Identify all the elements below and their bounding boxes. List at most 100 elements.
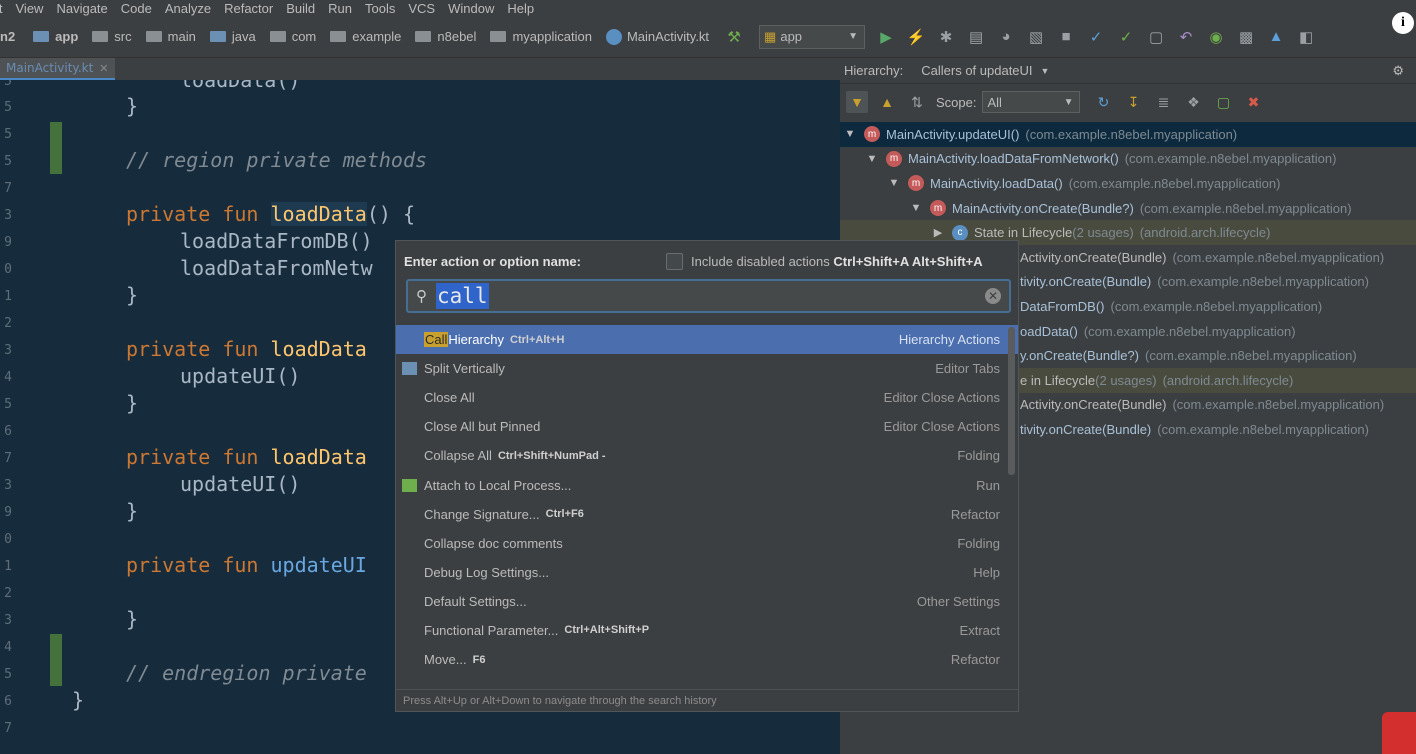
collapse-arrow-icon[interactable]: ▼	[910, 202, 922, 214]
line-number: 4	[4, 640, 12, 655]
vcs-commit-icon[interactable]: ✓	[1115, 26, 1137, 48]
scope-select[interactable]: All ▼	[982, 91, 1081, 113]
result-call-hierarchy[interactable]: Call Hierarchy Ctrl+Alt+H Hierarchy Action…	[396, 325, 1018, 355]
result-default-settings[interactable]: Default Settings... Other Settings	[396, 587, 1018, 616]
code-line: }	[126, 391, 139, 415]
scope-label: Scope:	[936, 94, 977, 110]
breadcrumb-java[interactable]: java	[209, 29, 256, 44]
action-search-input[interactable]: call	[436, 283, 489, 309]
stop-icon[interactable]: ■	[1055, 26, 1077, 48]
apply-changes-icon[interactable]: ⚡	[905, 26, 927, 48]
sort-alphabetically-icon[interactable]: ⇅	[906, 91, 928, 113]
package-icon	[330, 31, 347, 42]
attach-debugger-icon[interactable]: ▧	[1025, 26, 1047, 48]
profile-icon[interactable]: ◕	[995, 26, 1017, 48]
breadcrumb-main[interactable]: main	[145, 29, 196, 44]
result-split-vertically[interactable]: Split Vertically Editor Tabs	[396, 354, 1018, 383]
menu-tools[interactable]: Tools	[359, 1, 402, 16]
package-icon	[415, 31, 432, 42]
result-functional-parameter[interactable]: Functional Parameter... Ctrl+Alt+Shift+P E…	[396, 616, 1018, 645]
line-number: 6	[4, 694, 12, 709]
tree-node[interactable]: ▼ m MainActivity.loadDataFromNetwork() (com…	[840, 147, 1416, 172]
avd-manager-icon[interactable]: ▲	[1265, 26, 1287, 48]
breadcrumb-myapplication[interactable]: myapplication	[490, 29, 592, 44]
line-number: 6	[4, 424, 12, 439]
include-disabled-checkbox[interactable]	[666, 253, 683, 270]
sdk-manager-icon[interactable]: ▩	[1235, 26, 1257, 48]
result-collapse-all[interactable]: Collapse All Ctrl+Shift+NumPad - Folding	[396, 441, 1018, 470]
result-change-signature[interactable]: Change Signature... Ctrl+F6 Refactor	[396, 500, 1018, 529]
collapse-arrow-icon[interactable]: ▼	[866, 153, 878, 165]
run-configuration-select[interactable]: ▦ app ▼	[759, 24, 866, 49]
include-disabled-label[interactable]: Include disabled actions Ctrl+Shift+A Al…	[691, 254, 983, 269]
revert-icon[interactable]: ↶	[1175, 26, 1197, 48]
breadcrumb-com[interactable]: com	[269, 29, 316, 44]
code-line: }	[126, 283, 139, 307]
menu-run[interactable]: Run	[322, 1, 359, 16]
method-icon: m	[930, 200, 946, 217]
menu-vcs[interactable]: VCS	[402, 1, 442, 16]
menu-analyze[interactable]: Analyze	[159, 1, 218, 16]
close-icon[interactable]: ✖	[1242, 91, 1264, 113]
close-icon[interactable]: ✕	[99, 62, 108, 75]
sync-gradle-icon[interactable]: ◉	[1205, 26, 1227, 48]
info-icon[interactable]: i	[1392, 12, 1414, 34]
package-icon	[269, 31, 286, 42]
copy-icon[interactable]: ▢	[1212, 91, 1234, 113]
action-search-box[interactable]: ⚲ call ✕	[406, 279, 1011, 313]
line-number: 1	[4, 559, 12, 574]
tab-mainactivity[interactable]: MainActivity.kt ✕	[0, 58, 115, 80]
debug-icon[interactable]: ✱	[935, 26, 957, 48]
expand-all-icon[interactable]: ≣	[1152, 91, 1174, 113]
collapse-arrow-icon[interactable]: ▼	[888, 177, 900, 189]
clear-search-icon[interactable]: ✕	[985, 288, 1001, 304]
result-close-all-but-pinned[interactable]: Close All but Pinned Editor Close Actions	[396, 412, 1018, 441]
result-close-all[interactable]: Close All Editor Close Actions	[396, 383, 1018, 412]
menu-build[interactable]: Build	[280, 1, 322, 16]
module-folder-icon	[33, 31, 50, 42]
result-move[interactable]: Move... F6 Refactor	[396, 645, 1018, 674]
result-collapse-doc-comments[interactable]: Collapse doc comments Folding	[396, 529, 1018, 558]
menu-window[interactable]: Window	[442, 1, 501, 16]
folder-icon	[145, 31, 162, 42]
pin-icon[interactable]: ❖	[1182, 91, 1204, 113]
collapse-arrow-icon[interactable]: ▼	[844, 128, 856, 140]
breadcrumb-app[interactable]: app	[33, 29, 78, 44]
gear-icon[interactable]: ⚙	[1392, 63, 1404, 79]
menu-help[interactable]: Help	[501, 1, 541, 16]
tree-node[interactable]: ▼ m MainActivity.onCreate(Bundle?) (com.exa…	[840, 196, 1416, 221]
find-action-popup: Enter action or option name: Include dis…	[395, 240, 1019, 712]
breadcrumb-n8ebel[interactable]: n8ebel	[415, 29, 476, 44]
code-line: updateUI()	[180, 364, 301, 388]
menu-refactor[interactable]: Refactor	[218, 1, 280, 16]
youtube-subscribe-icon[interactable]	[1382, 712, 1416, 754]
menu-code[interactable]: Code	[115, 1, 159, 16]
breadcrumb-example[interactable]: example	[330, 29, 401, 44]
run-icon[interactable]: ▶	[875, 26, 897, 48]
hammer-build-icon[interactable]: ⚒	[723, 26, 745, 48]
action-results-list: Call Hierarchy Ctrl+Alt+H Hierarchy Action…	[396, 325, 1018, 674]
vcs-update-icon[interactable]: ✓	[1085, 26, 1107, 48]
menu-file[interactable]: it	[0, 1, 10, 16]
tree-node[interactable]: ▼ m MainActivity.loadData() (com.example.n8…	[840, 171, 1416, 196]
hierarchy-type-select[interactable]: Callers of updateUI	[921, 63, 1032, 78]
tree-node[interactable]: ▼ m MainActivity.updateUI() (com.example.n8…	[840, 122, 1416, 147]
run-config-label: app	[780, 29, 803, 44]
refresh-icon[interactable]: ↻	[1092, 91, 1114, 113]
project-structure-icon[interactable]: ◧	[1295, 26, 1317, 48]
breadcrumb-mainactivity[interactable]: MainActivity.kt	[605, 28, 709, 45]
menu-view[interactable]: View	[10, 1, 51, 16]
menu-navigate[interactable]: Navigate	[50, 1, 114, 16]
results-scrollbar[interactable]	[1008, 327, 1015, 475]
caller-hierarchy-icon[interactable]: ▼	[846, 91, 868, 113]
export-icon[interactable]: ↧	[1122, 91, 1144, 113]
chevron-down-icon[interactable]: ▼	[1041, 66, 1050, 76]
callee-hierarchy-icon[interactable]: ▲	[876, 91, 898, 113]
result-debug-log-settings[interactable]: Debug Log Settings... Help	[396, 558, 1018, 587]
coverage-icon[interactable]: ▤	[965, 26, 987, 48]
expand-arrow-icon[interactable]: ▶	[932, 226, 944, 239]
result-attach-to-process[interactable]: Attach to Local Process... Run	[396, 470, 1018, 499]
breadcrumb-src[interactable]: src	[92, 29, 132, 44]
line-number: 4	[4, 370, 12, 385]
vcs-compare-icon[interactable]: ▢	[1145, 26, 1167, 48]
